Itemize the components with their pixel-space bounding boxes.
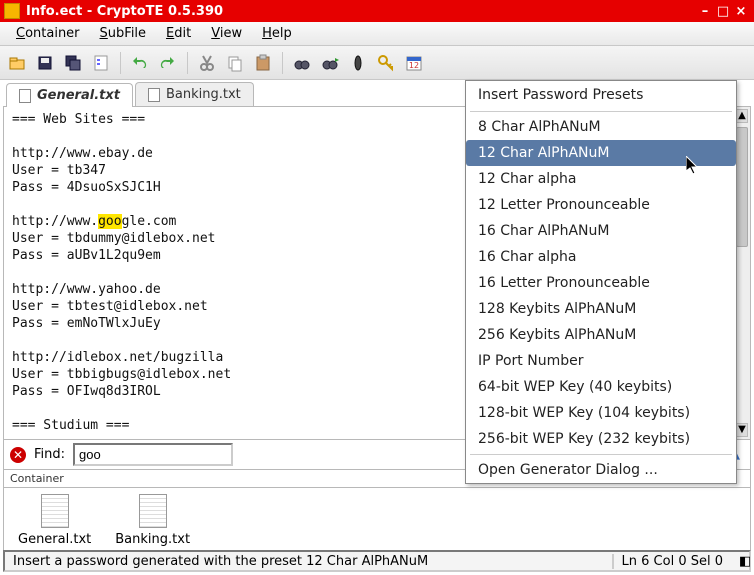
find-close-button[interactable]: ✕: [10, 447, 26, 463]
file-thumb-label: General.txt: [18, 532, 91, 547]
find-input[interactable]: [73, 443, 233, 466]
key-icon[interactable]: [373, 50, 399, 76]
find-label: Find:: [34, 447, 65, 462]
status-message: Insert a password generated with the pre…: [5, 554, 614, 569]
open-container-icon[interactable]: [4, 50, 30, 76]
scroll-down-icon[interactable]: ▼: [736, 423, 748, 437]
container-file-banking[interactable]: Banking.txt: [115, 494, 190, 547]
scroll-thumb[interactable]: [736, 127, 748, 247]
tab-label: General.txt: [37, 88, 120, 103]
statusbar: Insert a password generated with the pre…: [3, 550, 751, 572]
dropdown-item[interactable]: 16 Letter Pronounceable: [466, 270, 736, 296]
menu-view[interactable]: View: [201, 22, 252, 45]
dropdown-item[interactable]: 16 Char alpha: [466, 244, 736, 270]
copy-icon[interactable]: [222, 50, 248, 76]
scroll-up-icon[interactable]: ▲: [736, 109, 748, 123]
toolbar-separator: [187, 52, 188, 74]
maximize-button[interactable]: □: [714, 4, 732, 19]
menu-container[interactable]: Container: [6, 22, 90, 45]
password-presets-menu: Insert Password Presets 8 Char AlPhANuM 1…: [465, 80, 737, 484]
menu-edit[interactable]: Edit: [156, 22, 201, 45]
dropdown-separator: [470, 454, 732, 455]
status-corner-icon: ◧: [731, 554, 749, 569]
file-thumb-label: Banking.txt: [115, 532, 190, 547]
save-icon[interactable]: [32, 50, 58, 76]
cut-icon[interactable]: [194, 50, 220, 76]
binoculars-next-icon[interactable]: [317, 50, 343, 76]
toolbar: 12: [0, 46, 754, 80]
file-thumb-icon: [139, 494, 167, 528]
window-title: Info.ect - CryptoTE 0.5.390: [26, 4, 223, 19]
paste-icon[interactable]: [250, 50, 276, 76]
dropdown-open-generator[interactable]: Open Generator Dialog ...: [466, 457, 736, 483]
dropdown-item[interactable]: 256-bit WEP Key (232 keybits): [466, 426, 736, 452]
undo-icon[interactable]: [127, 50, 153, 76]
dropdown-item[interactable]: 8 Char AlPhANuM: [466, 114, 736, 140]
menubar: Container SubFile Edit View Help: [0, 22, 754, 46]
file-icon: [19, 89, 31, 103]
properties-icon[interactable]: [88, 50, 114, 76]
dropdown-item[interactable]: 12 Letter Pronounceable: [466, 192, 736, 218]
dropdown-title: Insert Password Presets: [466, 81, 736, 109]
tab-general[interactable]: General.txt: [6, 83, 133, 107]
file-thumb-icon: [41, 494, 69, 528]
dropdown-item[interactable]: 16 Char AlPhANuM: [466, 218, 736, 244]
status-position: Ln 6 Col 0 Sel 0: [614, 554, 731, 569]
dropdown-item[interactable]: 128-bit WEP Key (104 keybits): [466, 400, 736, 426]
menu-subfile[interactable]: SubFile: [90, 22, 157, 45]
toolbar-separator: [282, 52, 283, 74]
tab-banking[interactable]: Banking.txt: [135, 82, 254, 106]
tab-label: Banking.txt: [166, 87, 241, 102]
container-file-general[interactable]: General.txt: [18, 494, 91, 547]
redo-icon[interactable]: [155, 50, 181, 76]
toolbar-separator: [120, 52, 121, 74]
dropdown-item[interactable]: IP Port Number: [466, 348, 736, 374]
calendar-icon[interactable]: 12: [401, 50, 427, 76]
menu-help[interactable]: Help: [252, 22, 302, 45]
usb-icon[interactable]: [345, 50, 371, 76]
close-window-button[interactable]: ×: [732, 4, 750, 19]
app-icon: [4, 3, 20, 19]
dropdown-item[interactable]: 64-bit WEP Key (40 keybits): [466, 374, 736, 400]
dropdown-separator: [470, 111, 732, 112]
save-all-icon[interactable]: [60, 50, 86, 76]
svg-text:12: 12: [409, 61, 419, 70]
dropdown-item[interactable]: 128 Keybits AlPhANuM: [466, 296, 736, 322]
dropdown-item[interactable]: 256 Keybits AlPhANuM: [466, 322, 736, 348]
file-icon: [148, 88, 160, 102]
mouse-cursor: [686, 156, 700, 176]
window-titlebar: Info.ect - CryptoTE 0.5.390 – □ ×: [0, 0, 754, 22]
binoculars-icon[interactable]: [289, 50, 315, 76]
minimize-button[interactable]: –: [696, 4, 714, 19]
container-panel: General.txt Banking.txt: [3, 488, 751, 554]
